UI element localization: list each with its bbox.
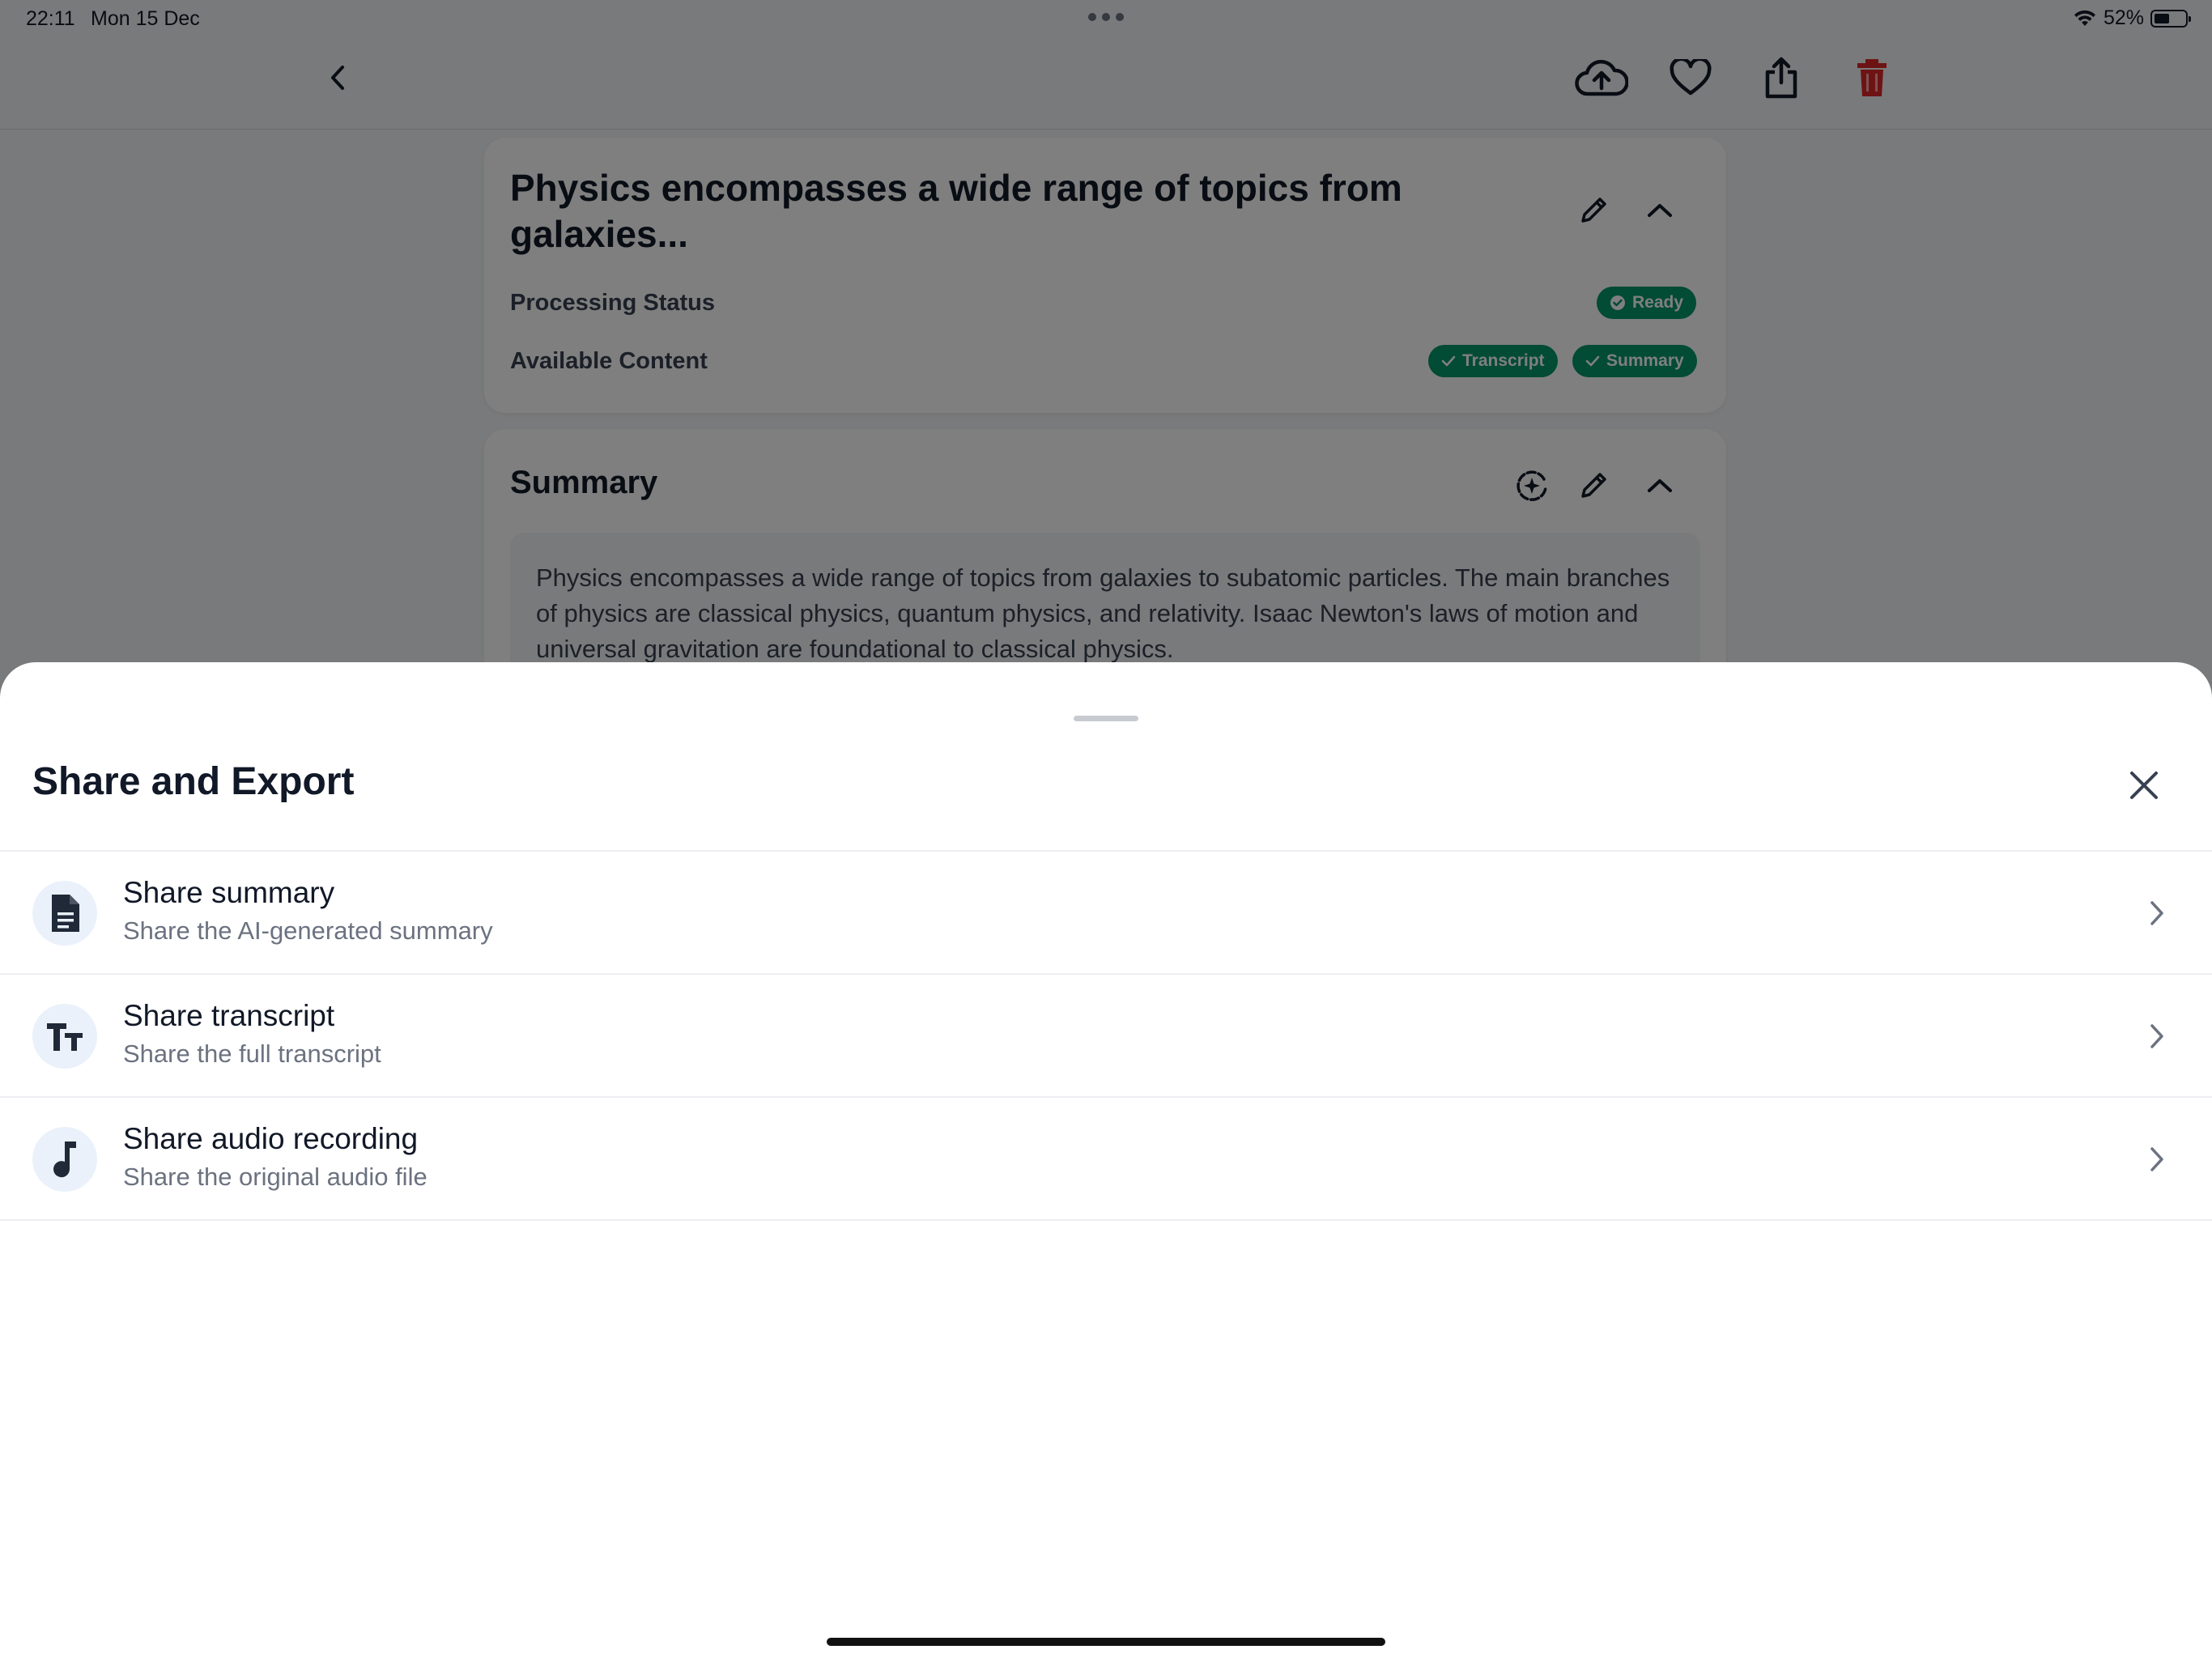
chevron-right-icon [2142, 1017, 2172, 1056]
document-icon [32, 881, 97, 946]
share-transcript-subtitle: Share the full transcript [123, 1039, 381, 1068]
share-transcript-row[interactable]: Share transcript Share the full transcri… [0, 975, 2212, 1098]
music-note-icon [32, 1127, 97, 1192]
share-summary-subtitle: Share the AI-generated summary [123, 916, 493, 945]
close-button[interactable] [2121, 763, 2167, 808]
home-indicator [827, 1638, 1385, 1646]
text-size-icon [32, 1004, 97, 1069]
share-audio-subtitle: Share the original audio file [123, 1163, 428, 1191]
sheet-title: Share and Export [32, 760, 355, 803]
share-audio-row[interactable]: Share audio recording Share the original… [0, 1098, 2212, 1221]
close-icon [2130, 772, 2158, 799]
chevron-right-icon [2142, 894, 2172, 933]
chevron-right-icon [2142, 1140, 2172, 1179]
app-screen: 22:11 Mon 15 Dec 52% [0, 0, 2212, 1658]
share-transcript-title: Share transcript [123, 999, 335, 1032]
sheet-grabber[interactable] [1074, 716, 1138, 721]
share-summary-row[interactable]: Share summary Share the AI-generated sum… [0, 852, 2212, 975]
share-audio-title: Share audio recording [123, 1122, 419, 1155]
share-export-sheet: Share and Export Share summary Share the… [0, 662, 2212, 1658]
share-summary-title: Share summary [123, 876, 335, 909]
